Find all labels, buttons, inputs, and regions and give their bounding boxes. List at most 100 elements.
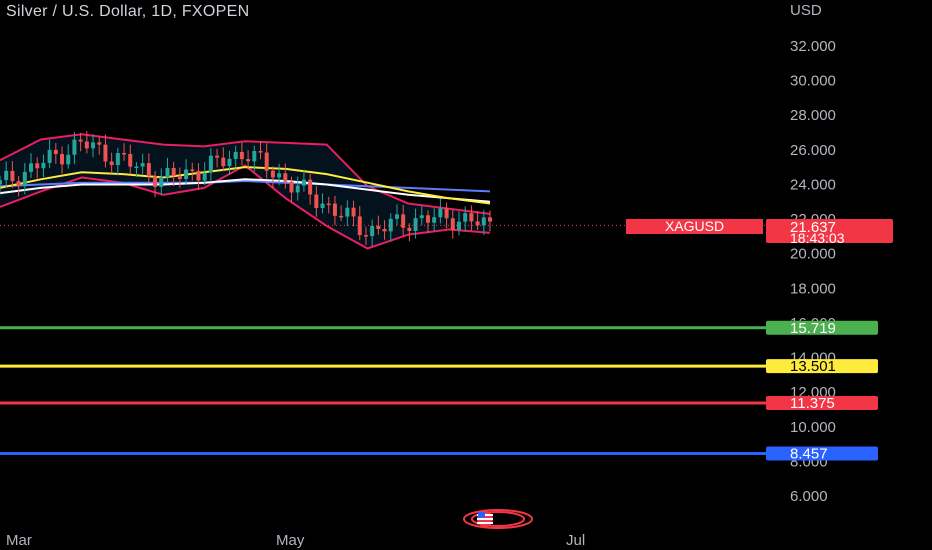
- candle-body: [326, 203, 331, 206]
- candle-body: [60, 154, 65, 165]
- candle-body: [363, 235, 368, 237]
- level-tag-label: 8.457: [790, 445, 828, 462]
- candle-body: [16, 181, 21, 187]
- y-tick-label: 18.000: [790, 280, 836, 297]
- candle-body: [376, 225, 381, 229]
- candle-body: [41, 162, 46, 169]
- candle-body: [35, 163, 40, 169]
- candle-body: [103, 144, 108, 162]
- candle-body: [320, 203, 325, 208]
- candle-body: [444, 208, 449, 219]
- candle-body: [202, 172, 207, 181]
- y-tick-label: 28.000: [790, 107, 836, 124]
- candle-body: [481, 217, 486, 226]
- candle-body: [165, 167, 170, 178]
- y-tick-label: 20.000: [790, 246, 836, 263]
- candle-body: [84, 141, 89, 149]
- candle-body: [78, 139, 83, 142]
- candle-body: [264, 152, 269, 171]
- candle-body: [339, 215, 344, 218]
- countdown-label: 18:43:03: [790, 230, 845, 246]
- candle-body: [29, 163, 34, 172]
- candle-body: [289, 181, 294, 193]
- level-tag-label: 11.375: [790, 395, 835, 412]
- candle-body: [153, 176, 158, 187]
- candle-body: [208, 155, 213, 173]
- x-tick-label: Jul: [566, 532, 585, 549]
- candle-body: [246, 159, 251, 162]
- candle-body: [47, 149, 52, 163]
- candle-body: [252, 150, 257, 162]
- candle-body: [425, 215, 430, 223]
- candle-body: [382, 228, 387, 232]
- candle-body: [301, 179, 306, 186]
- candle-body: [357, 216, 362, 236]
- currency-label: USD: [790, 2, 822, 19]
- level-tag-label: 15.719: [790, 320, 836, 337]
- candle-body: [196, 170, 201, 181]
- candle-body: [10, 170, 15, 182]
- chart-title: Silver / U.S. Dollar, 1D, FXOPEN: [6, 3, 250, 20]
- y-tick-label: 6.000: [790, 488, 828, 505]
- candle-body: [159, 177, 164, 187]
- candle-body: [115, 153, 120, 166]
- us-flag-icon[interactable]: [463, 509, 533, 529]
- candle-body: [432, 217, 437, 223]
- candle-body: [53, 149, 58, 155]
- candle-body: [456, 221, 461, 231]
- candle-body: [190, 169, 195, 172]
- candle-body: [308, 179, 313, 195]
- candle-body: [419, 215, 424, 219]
- candle-body: [0, 180, 2, 185]
- level-tag-label: 13.501: [790, 358, 836, 375]
- candle-body: [438, 208, 443, 218]
- candle-body: [295, 185, 300, 193]
- candle-body: [413, 218, 418, 231]
- candle-body: [4, 170, 9, 181]
- y-tick-label: 26.000: [790, 142, 836, 159]
- candle-body: [122, 153, 127, 155]
- candle-body: [128, 153, 133, 167]
- candle-body: [270, 170, 275, 178]
- candle-body: [332, 203, 337, 216]
- x-tick-label: May: [276, 532, 305, 549]
- candle-body: [394, 214, 399, 219]
- candle-body: [177, 175, 182, 180]
- candle-body: [258, 150, 263, 153]
- candle-body: [233, 151, 238, 159]
- candle-body: [221, 157, 226, 167]
- y-tick-label: 32.000: [790, 38, 836, 55]
- candle-body: [370, 225, 375, 237]
- x-tick-label: Mar: [6, 532, 32, 549]
- candle-body: [91, 142, 96, 149]
- candle-body: [463, 213, 468, 222]
- candle-body: [351, 207, 356, 217]
- candle-body: [475, 221, 480, 226]
- candle-body: [227, 158, 232, 167]
- candle-body: [283, 173, 288, 182]
- candle-body: [450, 218, 455, 231]
- candle-body: [140, 163, 145, 167]
- candle-body: [215, 155, 220, 158]
- candle-body: [72, 139, 77, 155]
- candle-body: [171, 167, 176, 176]
- candle-body: [66, 154, 71, 165]
- y-tick-label: 30.000: [790, 73, 836, 90]
- candle-body: [345, 207, 350, 217]
- candle-body: [469, 213, 474, 222]
- y-tick-label: 10.000: [790, 419, 836, 436]
- candle-body: [407, 227, 412, 231]
- symbol-tag: XAGUSD: [626, 219, 763, 234]
- candle-body: [97, 142, 102, 145]
- candle-body: [22, 171, 27, 187]
- candle-body: [314, 194, 319, 208]
- candle-body: [488, 217, 492, 222]
- candle-body: [184, 169, 189, 180]
- candle-body: [277, 173, 282, 178]
- candle-body: [109, 161, 114, 166]
- candle-body: [239, 151, 244, 160]
- price-chart[interactable]: 32.00030.00028.00026.00024.00022.00020.0…: [0, 0, 932, 550]
- candle-body: [134, 166, 139, 169]
- candle-body: [146, 163, 151, 177]
- ma-blue-line: [0, 179, 491, 193]
